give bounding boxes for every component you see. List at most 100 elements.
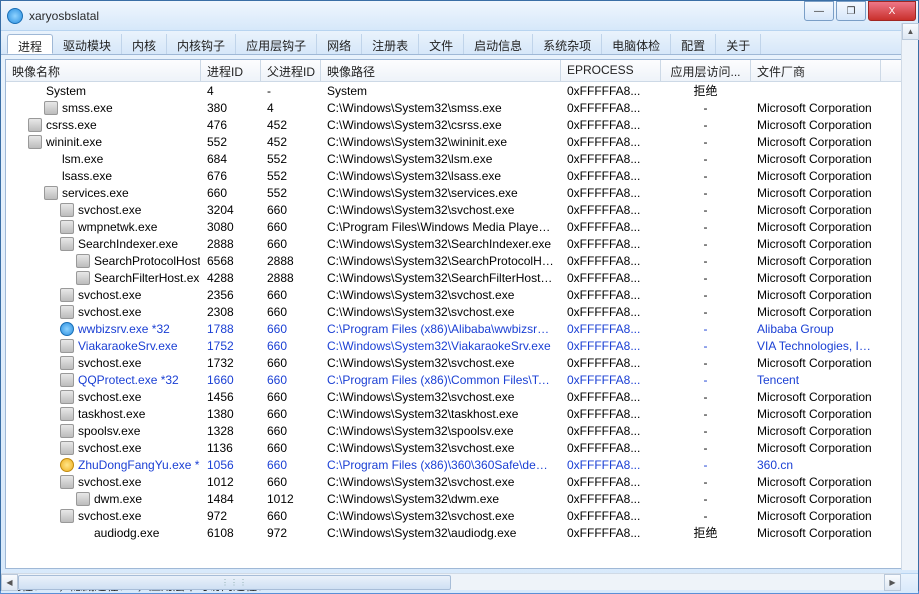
table-row[interactable]: wwbizsrv.exe *321788660C:\Program Files … bbox=[6, 320, 913, 337]
cell-ppid: 660 bbox=[261, 440, 321, 456]
process-list[interactable]: System4-System0xFFFFFA8...拒绝smss.exe3804… bbox=[6, 82, 913, 568]
cell-ppid: 552 bbox=[261, 151, 321, 167]
tab-5[interactable]: 网络 bbox=[317, 34, 362, 54]
app-window: xaryosbslatal — ❐ X 进程驱动模块内核内核钩子应用层钩子网络注… bbox=[0, 0, 919, 591]
cell-pid: 6568 bbox=[201, 253, 261, 269]
header-ppid[interactable]: 父进程ID bbox=[261, 60, 321, 81]
table-row[interactable]: csrss.exe476452C:\Windows\System32\csrss… bbox=[6, 116, 913, 133]
cell-eprocess: 0xFFFFFA8... bbox=[561, 508, 661, 524]
tab-11[interactable]: 配置 bbox=[671, 34, 716, 54]
cell-ppid: 660 bbox=[261, 219, 321, 235]
table-row[interactable]: svchost.exe1456660C:\Windows\System32\sv… bbox=[6, 388, 913, 405]
tab-7[interactable]: 文件 bbox=[419, 34, 464, 54]
cell-eprocess: 0xFFFFFA8... bbox=[561, 202, 661, 218]
process-name: wwbizsrv.exe *32 bbox=[78, 322, 170, 336]
table-row[interactable]: services.exe660552C:\Windows\System32\se… bbox=[6, 184, 913, 201]
process-icon bbox=[76, 492, 90, 506]
table-row[interactable]: wmpnetwk.exe3080660C:\Program Files\Wind… bbox=[6, 218, 913, 235]
minimize-button[interactable]: — bbox=[804, 1, 834, 21]
table-row[interactable]: wininit.exe552452C:\Windows\System32\win… bbox=[6, 133, 913, 150]
vertical-scrollbar[interactable]: ▲ bbox=[901, 23, 918, 570]
tab-12[interactable]: 关于 bbox=[716, 34, 761, 54]
cell-path: C:\Windows\System32\spoolsv.exe bbox=[321, 423, 561, 439]
tab-4[interactable]: 应用层钩子 bbox=[236, 34, 317, 54]
cell-vendor: Microsoft Corporation bbox=[751, 168, 881, 184]
table-row[interactable]: System4-System0xFFFFFA8...拒绝 bbox=[6, 82, 913, 99]
table-row[interactable]: svchost.exe972660C:\Windows\System32\svc… bbox=[6, 507, 913, 524]
process-name: ViakaraokeSrv.exe bbox=[78, 339, 178, 353]
header-appaccess[interactable]: 应用层访问... bbox=[661, 60, 751, 81]
cell-vendor: Microsoft Corporation bbox=[751, 406, 881, 422]
tab-2[interactable]: 内核 bbox=[122, 34, 167, 54]
close-button[interactable]: X bbox=[868, 1, 916, 21]
table-row[interactable]: SearchIndexer.exe2888660C:\Windows\Syste… bbox=[6, 235, 913, 252]
horizontal-scrollbar[interactable]: ◀ ⋮⋮⋮ ▶ bbox=[1, 573, 901, 590]
maximize-button[interactable]: ❐ bbox=[836, 1, 866, 21]
cell-path: C:\Windows\System32\svchost.exe bbox=[321, 202, 561, 218]
cell-vendor: Microsoft Corporation bbox=[751, 134, 881, 150]
cell-path: C:\Windows\System32\SearchIndexer.exe bbox=[321, 236, 561, 252]
table-row[interactable]: spoolsv.exe1328660C:\Windows\System32\sp… bbox=[6, 422, 913, 439]
header-eprocess[interactable]: EPROCESS bbox=[561, 60, 661, 81]
process-name: lsass.exe bbox=[62, 169, 112, 183]
cell-ppid: 1012 bbox=[261, 491, 321, 507]
cell-eprocess: 0xFFFFFA8... bbox=[561, 134, 661, 150]
header-path[interactable]: 映像路径 bbox=[321, 60, 561, 81]
table-row[interactable]: lsass.exe676552C:\Windows\System32\lsass… bbox=[6, 167, 913, 184]
table-row[interactable]: svchost.exe1732660C:\Windows\System32\sv… bbox=[6, 354, 913, 371]
table-row[interactable]: dwm.exe14841012C:\Windows\System32\dwm.e… bbox=[6, 490, 913, 507]
process-panel: 映像名称 进程ID 父进程ID 映像路径 EPROCESS 应用层访问... 文… bbox=[5, 59, 914, 569]
process-name: svchost.exe bbox=[78, 390, 141, 404]
cell-pid: 660 bbox=[201, 185, 261, 201]
header-imagename[interactable]: 映像名称 bbox=[6, 60, 201, 81]
scroll-thumb[interactable]: ⋮⋮⋮ bbox=[18, 575, 451, 590]
table-row[interactable]: svchost.exe1012660C:\Windows\System32\sv… bbox=[6, 473, 913, 490]
header-pid[interactable]: 进程ID bbox=[201, 60, 261, 81]
table-row[interactable]: lsm.exe684552C:\Windows\System32\lsm.exe… bbox=[6, 150, 913, 167]
table-row[interactable]: audiodg.exe6108972C:\Windows\System32\au… bbox=[6, 524, 913, 541]
app-icon bbox=[7, 8, 23, 24]
tab-0[interactable]: 进程 bbox=[7, 34, 53, 54]
table-row[interactable]: ViakaraokeSrv.exe1752660C:\Windows\Syste… bbox=[6, 337, 913, 354]
cell-pid: 2356 bbox=[201, 287, 261, 303]
tab-1[interactable]: 驱动模块 bbox=[53, 34, 122, 54]
process-name: svchost.exe bbox=[78, 203, 141, 217]
tab-10[interactable]: 电脑体检 bbox=[602, 34, 671, 54]
tab-3[interactable]: 内核钩子 bbox=[167, 34, 236, 54]
table-row[interactable]: SearchFilterHost.exe42882888C:\Windows\S… bbox=[6, 269, 913, 286]
cell-path: C:\Windows\System32\dwm.exe bbox=[321, 491, 561, 507]
titlebar[interactable]: xaryosbslatal — ❐ X bbox=[1, 1, 918, 31]
cell-path: C:\Windows\System32\lsass.exe bbox=[321, 168, 561, 184]
table-row[interactable]: svchost.exe2308660C:\Windows\System32\sv… bbox=[6, 303, 913, 320]
table-row[interactable]: smss.exe3804C:\Windows\System32\smss.exe… bbox=[6, 99, 913, 116]
cell-path: C:\Windows\System32\svchost.exe bbox=[321, 304, 561, 320]
table-row[interactable]: taskhost.exe1380660C:\Windows\System32\t… bbox=[6, 405, 913, 422]
cell-pid: 1752 bbox=[201, 338, 261, 354]
cell-vendor: Alibaba Group bbox=[751, 321, 881, 337]
scroll-up-icon[interactable]: ▲ bbox=[902, 23, 919, 40]
cell-eprocess: 0xFFFFFA8... bbox=[561, 321, 661, 337]
cell-vendor: Microsoft Corporation bbox=[751, 270, 881, 286]
scroll-left-icon[interactable]: ◀ bbox=[1, 574, 18, 591]
table-row[interactable]: SearchProtocolHost.exe65682888C:\Windows… bbox=[6, 252, 913, 269]
table-row[interactable]: svchost.exe1136660C:\Windows\System32\sv… bbox=[6, 439, 913, 456]
cell-appaccess: - bbox=[661, 508, 751, 524]
cell-path: C:\Windows\System32\wininit.exe bbox=[321, 134, 561, 150]
table-row[interactable]: svchost.exe3204660C:\Windows\System32\sv… bbox=[6, 201, 913, 218]
process-icon bbox=[60, 356, 74, 370]
process-name: wmpnetwk.exe bbox=[78, 220, 157, 234]
cell-eprocess: 0xFFFFFA8... bbox=[561, 168, 661, 184]
cell-path: C:\Windows\System32\svchost.exe bbox=[321, 287, 561, 303]
process-icon bbox=[60, 509, 74, 523]
process-name: lsm.exe bbox=[62, 152, 103, 166]
table-row[interactable]: svchost.exe2356660C:\Windows\System32\sv… bbox=[6, 286, 913, 303]
table-row[interactable]: ZhuDongFangYu.exe *321056660C:\Program F… bbox=[6, 456, 913, 473]
tab-6[interactable]: 注册表 bbox=[362, 34, 419, 54]
tab-8[interactable]: 启动信息 bbox=[464, 34, 533, 54]
header-vendor[interactable]: 文件厂商 bbox=[751, 60, 881, 81]
tab-9[interactable]: 系统杂项 bbox=[533, 34, 602, 54]
scroll-right-icon[interactable]: ▶ bbox=[884, 574, 901, 591]
cell-appaccess: 拒绝 bbox=[661, 523, 751, 542]
cell-eprocess: 0xFFFFFA8... bbox=[561, 219, 661, 235]
table-row[interactable]: QQProtect.exe *321660660C:\Program Files… bbox=[6, 371, 913, 388]
